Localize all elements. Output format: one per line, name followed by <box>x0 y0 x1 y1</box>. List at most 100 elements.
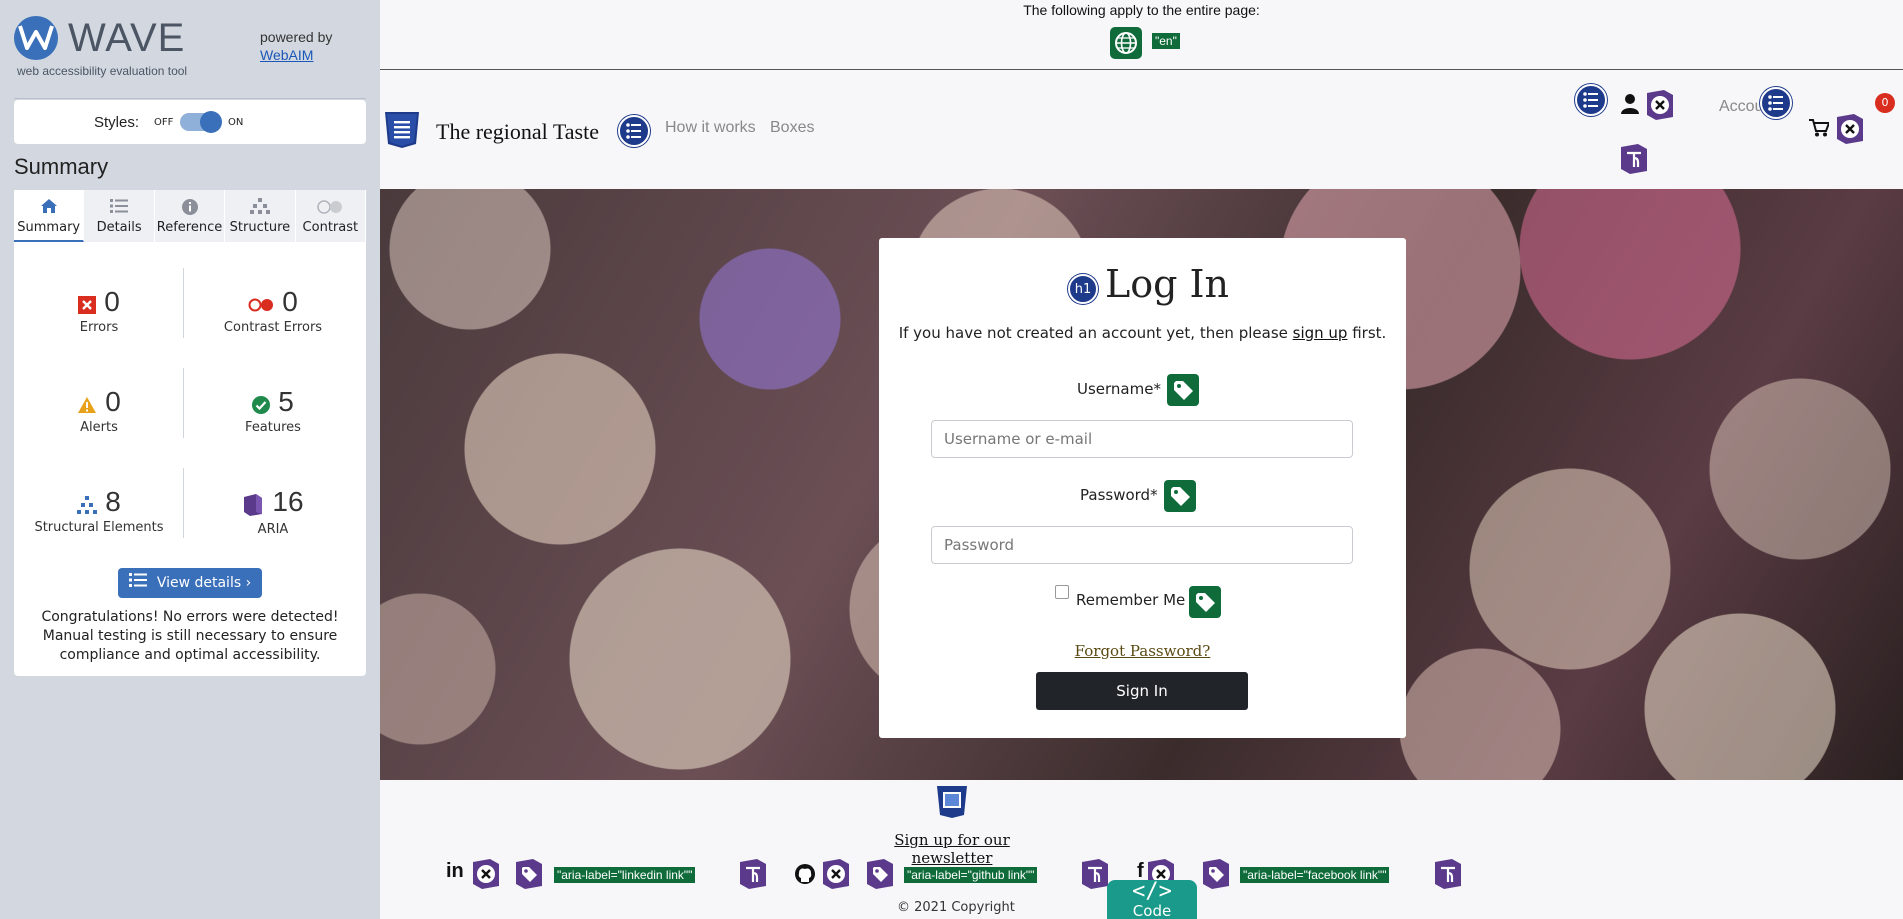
features-label: Features <box>245 420 301 435</box>
aria-touch-icon[interactable] <box>737 858 769 890</box>
tab-details[interactable]: Details <box>84 190 155 242</box>
sign-in-button[interactable]: Sign In <box>1036 672 1248 710</box>
nav-how-it-works[interactable]: How it works <box>665 119 756 137</box>
linkedin-icon[interactable]: in <box>446 860 464 883</box>
cart-list-icon[interactable] <box>1760 87 1792 119</box>
aria-hidden-icon[interactable] <box>1644 89 1676 121</box>
divider <box>14 98 366 99</box>
github-icon[interactable] <box>794 863 816 889</box>
powered-by: powered by WebAIM <box>260 28 332 64</box>
copyright: © 2021 Copyright <box>897 900 1015 915</box>
summary-heading: Summary <box>14 154 109 179</box>
divider <box>183 368 184 438</box>
user-icon <box>1620 93 1640 119</box>
password-input[interactable]: Password <box>931 526 1353 564</box>
tab-label: Contrast <box>302 220 359 235</box>
aria-hidden-icon[interactable] <box>820 858 852 890</box>
evaluated-page: The following apply to the entire page: … <box>380 0 1903 919</box>
label-tag-icon[interactable] <box>1164 480 1196 512</box>
cart-icon[interactable] <box>1809 119 1831 141</box>
password-label: Password* <box>1080 486 1158 504</box>
aria-count: 16 <box>272 486 304 517</box>
structural-count: 8 <box>105 486 121 517</box>
contrast-error-icon <box>248 297 274 316</box>
structural-label: Structural Elements <box>34 520 164 535</box>
errors-label: Errors <box>79 320 119 335</box>
hierarchy-icon <box>225 198 294 220</box>
stat-errors[interactable]: 0 Errors <box>19 286 179 335</box>
tab-reference[interactable]: Reference <box>154 190 226 242</box>
styles-off-label: OFF <box>154 117 174 128</box>
wave-header: WAVE web accessibility evaluation tool p… <box>14 12 366 82</box>
site-brand[interactable]: The regional Taste <box>436 119 599 145</box>
styles-toggle-box: Styles: OFF ON <box>14 100 366 144</box>
list-icon <box>128 568 147 598</box>
label-tag-icon[interactable] <box>1189 586 1221 618</box>
tab-summary[interactable]: Summary <box>14 190 85 242</box>
structure-icon <box>77 495 98 518</box>
aria-label-tag-icon[interactable] <box>1200 858 1232 890</box>
stat-contrast-errors[interactable]: 0 Contrast Errors <box>193 286 353 335</box>
info-icon <box>155 198 224 220</box>
view-details-button[interactable]: View details › <box>118 568 262 598</box>
subtitle-after: first. <box>1347 324 1387 342</box>
code-icon: </> <box>1132 879 1172 904</box>
nav-list-icon[interactable] <box>618 115 650 147</box>
h1-icon[interactable]: h1 <box>1068 274 1098 304</box>
wave-tagline: web accessibility evaluation tool <box>17 64 188 78</box>
feature-check-icon <box>252 395 271 418</box>
home-icon <box>14 198 83 220</box>
footer-landmark-icon[interactable] <box>936 785 968 819</box>
styles-toggle[interactable] <box>180 111 222 133</box>
aria-touch-icon[interactable] <box>1432 858 1464 890</box>
contrast-errors-label: Contrast Errors <box>223 320 323 335</box>
divider <box>183 268 184 338</box>
contrast-icon <box>296 198 365 220</box>
errors-count: 0 <box>104 286 120 317</box>
stat-alerts[interactable]: 0 Alerts <box>19 386 179 435</box>
code-label: Code <box>1132 902 1172 919</box>
github-aria-label: "aria-label="github link"" <box>904 867 1038 883</box>
sign-up-link[interactable]: sign up <box>1293 324 1348 342</box>
login-title: Log In <box>1105 262 1230 306</box>
username-input[interactable]: Username or e-mail <box>931 420 1353 458</box>
language-globe-icon[interactable] <box>1110 27 1142 59</box>
aria-hidden-icon[interactable] <box>470 858 502 890</box>
account-list-icon[interactable] <box>1575 84 1607 116</box>
nav-boxes[interactable]: Boxes <box>770 119 814 137</box>
alerts-label: Alerts <box>80 420 118 435</box>
code-toggle-button[interactable]: </> Code <box>1107 880 1197 919</box>
remember-me-label[interactable]: Remember Me <box>1076 591 1185 609</box>
divider <box>183 468 184 538</box>
aria-icon <box>242 493 264 520</box>
tab-structure[interactable]: Structure <box>225 190 296 242</box>
remember-me-checkbox[interactable] <box>1055 585 1069 599</box>
header-landmark-icon[interactable] <box>384 111 420 149</box>
stat-features[interactable]: 5 Features <box>193 386 353 435</box>
stat-aria[interactable]: 16 ARIA <box>193 486 353 537</box>
tab-label: Summary <box>17 220 81 235</box>
forgot-password-link[interactable]: Forgot Password? <box>879 642 1406 660</box>
subtitle-before: If you have not created an account yet, … <box>898 324 1293 342</box>
wave-logo-text: WAVE <box>68 16 186 60</box>
stat-structural[interactable]: 8 Structural Elements <box>19 486 179 535</box>
tab-label: Details <box>96 220 142 235</box>
error-icon <box>78 295 97 318</box>
toggle-knob <box>200 111 222 133</box>
styles-label: Styles: <box>94 114 140 131</box>
tab-label: Structure <box>229 220 291 235</box>
list-icon <box>84 198 153 220</box>
aria-label-tag-icon[interactable] <box>513 858 545 890</box>
aria-touch-icon[interactable] <box>1618 143 1650 175</box>
alert-icon <box>77 396 97 418</box>
aria-hidden-icon[interactable] <box>1834 113 1866 145</box>
wave-logo-icon <box>14 16 58 60</box>
tab-contrast[interactable]: Contrast <box>295 190 367 242</box>
alerts-count: 0 <box>105 386 121 417</box>
webaim-link[interactable]: WebAIM <box>260 46 332 64</box>
aria-label-tag-icon[interactable] <box>864 858 896 890</box>
label-tag-icon[interactable] <box>1167 374 1199 406</box>
login-subtitle: If you have not created an account yet, … <box>879 324 1406 342</box>
login-card: h1 Log In If you have not created an acc… <box>879 238 1406 738</box>
facebook-aria-label: "aria-label="facebook link"" <box>1240 867 1390 883</box>
